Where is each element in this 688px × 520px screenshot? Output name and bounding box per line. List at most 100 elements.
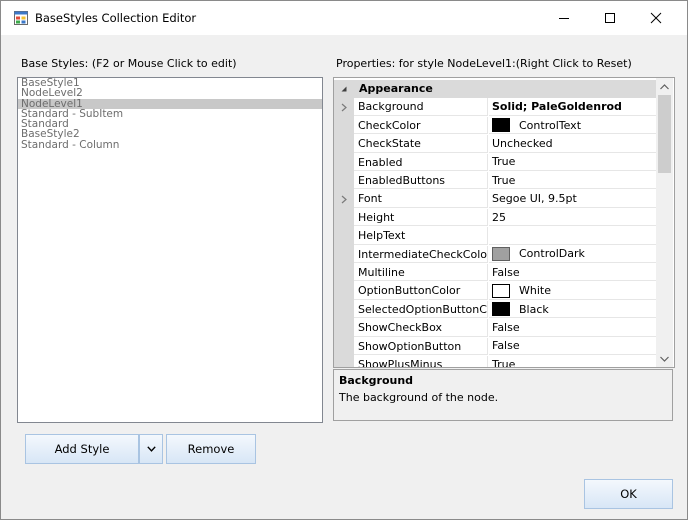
property-value[interactable]: True [489, 172, 656, 190]
property-value[interactable]: ControlText [489, 117, 656, 135]
add-style-button[interactable]: Add Style [25, 434, 139, 464]
property-name: Height [354, 208, 488, 227]
list-item[interactable]: BaseStyle1 [18, 78, 322, 88]
property-value-text: White [519, 284, 551, 298]
property-value[interactable]: Black [489, 301, 656, 319]
color-swatch [492, 246, 510, 261]
property-value-text: False [492, 320, 520, 334]
property-value-text: Unchecked [492, 136, 553, 150]
minimize-button[interactable] [541, 1, 587, 35]
property-row[interactable]: CheckColor ControlText [334, 116, 656, 136]
collapse-icon[interactable] [334, 80, 354, 99]
property-name: Font [354, 190, 488, 208]
list-item[interactable]: Standard [18, 119, 322, 129]
maximize-icon [605, 13, 615, 23]
property-help-panel: Background The background of the node. [333, 369, 673, 421]
scroll-up-icon[interactable] [656, 78, 673, 95]
property-value[interactable]: White [489, 282, 656, 300]
base-styles-label: Base Styles: (F2 or Mouse Click to edit) [21, 57, 237, 70]
property-row[interactable]: ShowCheckBox False [334, 319, 656, 338]
list-item[interactable]: NodeLevel2 [18, 88, 322, 98]
property-value[interactable] [489, 227, 656, 245]
color-swatch [492, 301, 510, 316]
property-value[interactable]: Unchecked [489, 135, 656, 153]
property-grid-scrollbar[interactable] [656, 78, 673, 367]
property-value[interactable]: ControlDark [489, 246, 656, 263]
property-row[interactable]: Height 25 [334, 208, 656, 228]
property-value[interactable]: True [489, 154, 656, 171]
property-row[interactable]: ShowOptionButton False [334, 337, 656, 356]
property-row[interactable]: Font Segoe UI, 9.5pt [334, 190, 656, 209]
property-name: Multiline [354, 264, 488, 282]
property-row[interactable]: Background Solid; PaleGoldenrod [334, 98, 656, 117]
close-button[interactable] [633, 1, 679, 35]
category-appearance[interactable]: Appearance [334, 80, 656, 99]
property-value[interactable]: Solid; PaleGoldenrod [489, 98, 656, 116]
property-name: ShowOptionButton [354, 337, 488, 355]
scroll-down-icon[interactable] [656, 350, 673, 367]
property-value-text: 25 [492, 210, 506, 224]
collection-editor-window: BaseStyles Collection Editor Base Styles… [0, 0, 688, 520]
property-name: ShowCheckBox [354, 319, 488, 337]
property-row[interactable]: Multiline False [334, 264, 656, 283]
property-value-text: True [492, 357, 516, 368]
list-item[interactable]: Standard - Column [18, 140, 322, 150]
title-bar: BaseStyles Collection Editor [1, 1, 687, 35]
property-row[interactable]: OptionButtonColor White [334, 282, 656, 301]
close-icon [650, 12, 662, 24]
property-value-text: ControlDark [519, 247, 585, 261]
row-gutter [334, 227, 354, 246]
row-gutter [334, 337, 354, 356]
property-value-text: Segoe UI, 9.5pt [492, 192, 577, 206]
base-styles-list[interactable]: BaseStyle1 NodeLevel2 NodeLevel1 Standar… [17, 77, 323, 423]
property-row[interactable]: EnabledButtons True [334, 172, 656, 191]
property-value-text: False [492, 339, 520, 353]
property-name: OptionButtonColor [354, 282, 488, 300]
property-value-text: True [492, 173, 516, 187]
property-row[interactable]: Enabled True [334, 153, 656, 172]
expand-icon[interactable] [334, 98, 354, 117]
property-row[interactable]: HelpText [334, 227, 656, 246]
expand-icon[interactable] [334, 190, 354, 209]
property-row[interactable]: IntermediateCheckColor ControlDark [334, 245, 656, 264]
property-value[interactable]: False [489, 264, 656, 282]
property-row[interactable]: SelectedOptionButtonCc Black [334, 300, 656, 320]
scroll-thumb[interactable] [658, 95, 671, 173]
add-style-label: Add Style [54, 442, 110, 456]
row-gutter [334, 319, 354, 338]
minimize-icon [559, 18, 569, 19]
row-gutter [334, 245, 354, 264]
property-value[interactable]: False [489, 319, 656, 337]
color-swatch [492, 117, 510, 132]
property-value[interactable]: Segoe UI, 9.5pt [489, 190, 656, 208]
row-gutter [334, 300, 354, 320]
property-name: HelpText [354, 227, 488, 245]
list-item-selected[interactable]: NodeLevel1 [18, 98, 322, 109]
property-value[interactable]: False [489, 338, 656, 355]
property-value[interactable]: 25 [489, 209, 656, 227]
add-style-dropdown-button[interactable] [139, 434, 163, 464]
category-label: Appearance [359, 82, 433, 95]
row-gutter [334, 264, 354, 283]
form-designer-icon [14, 11, 28, 25]
property-row[interactable]: CheckState Unchecked [334, 135, 656, 154]
remove-button[interactable]: Remove [166, 434, 256, 464]
maximize-button[interactable] [587, 1, 633, 35]
property-row[interactable]: ShowPlusMinus True [334, 356, 656, 368]
properties-label: Properties: for style NodeLevel1:(Right … [336, 57, 632, 70]
property-value-text: ControlText [519, 118, 582, 132]
remove-label: Remove [187, 442, 235, 456]
row-gutter [334, 172, 354, 191]
property-value[interactable]: True [489, 356, 656, 368]
property-name: EnabledButtons [354, 172, 488, 190]
chevron-down-icon [146, 446, 156, 452]
property-name: CheckColor [354, 116, 488, 135]
list-item[interactable]: Standard - SubItem [18, 109, 322, 119]
list-item[interactable]: BaseStyle2 [18, 129, 322, 139]
property-grid[interactable]: Appearance Background Solid; PaleGoldenro… [333, 77, 675, 368]
row-gutter [334, 282, 354, 301]
color-swatch [492, 283, 510, 298]
property-value-text: False [492, 265, 520, 279]
property-name: ShowPlusMinus [354, 356, 488, 367]
ok-button[interactable]: OK [584, 479, 673, 509]
